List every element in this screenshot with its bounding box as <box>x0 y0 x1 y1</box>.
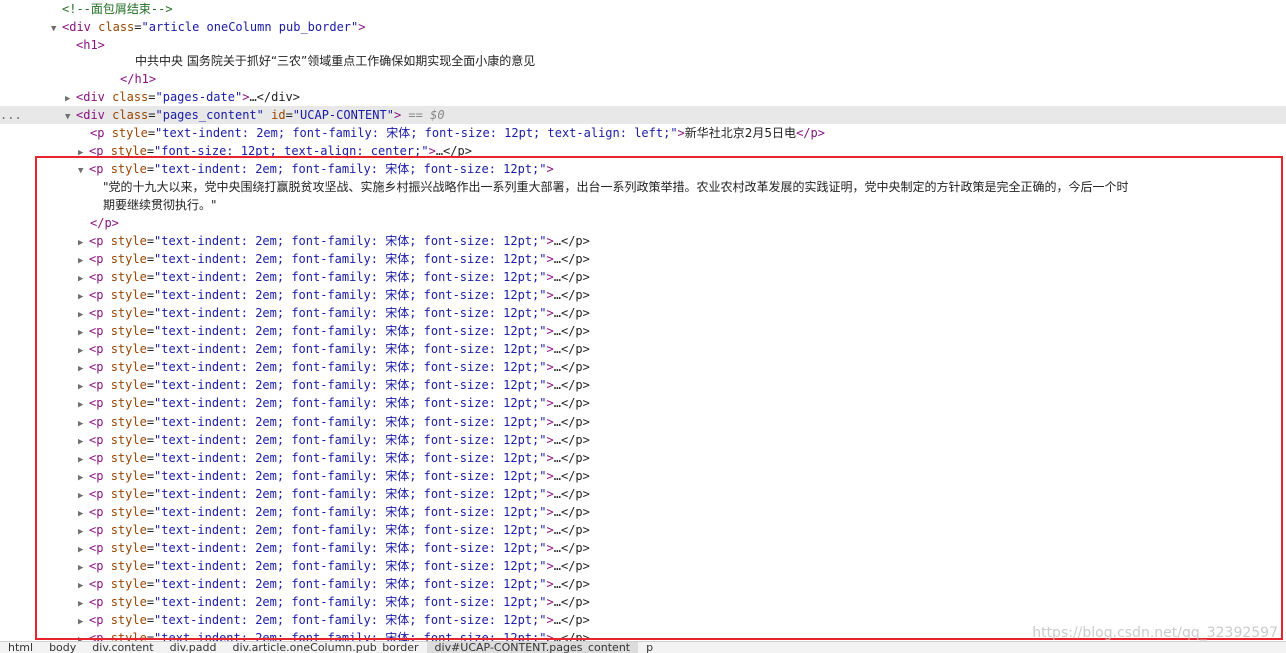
p-collapsed-node[interactable]: ▶ <p style="text-indent: 2em; font-family… <box>0 593 1286 611</box>
triangle-right-icon[interactable]: ▶ <box>78 234 89 250</box>
triangle-right-icon[interactable]: ▶ <box>78 324 89 340</box>
triangle-right-icon[interactable]: ▶ <box>78 487 89 503</box>
triangle-right-icon[interactable]: ▶ <box>78 577 89 593</box>
triangle-right-icon[interactable]: ▶ <box>78 523 89 539</box>
h1-text-node[interactable]: 中共中央 国务院关于抓好“三农”领域重点工作确保如期实现全面小康的意见 <box>0 52 1286 70</box>
triangle-right-icon[interactable]: ▶ <box>78 396 89 412</box>
p-collapsed-node[interactable]: ▶ <p style="text-indent: 2em; font-family… <box>0 413 1286 431</box>
p-collapsed-node[interactable]: ▶ <p style="text-indent: 2em; font-family… <box>0 358 1286 376</box>
triangle-right-icon[interactable]: ▶ <box>78 252 89 268</box>
triangle-right-icon[interactable]: ▶ <box>78 451 89 467</box>
h1-close-node[interactable]: </h1> <box>0 70 1286 88</box>
p-collapsed-node[interactable]: ▶ <p style="text-indent: 2em; font-family… <box>0 467 1286 485</box>
triangle-right-icon[interactable]: ▶ <box>78 270 89 286</box>
article-div-node[interactable]: ▼ <div class="article oneColumn pub_borde… <box>0 18 1286 36</box>
p-collapsed-node[interactable]: ▶ <p style="text-indent: 2em; font-family… <box>0 304 1286 322</box>
triangle-down-icon[interactable]: ▼ <box>65 108 76 124</box>
triangle-right-icon[interactable]: ▶ <box>78 541 89 557</box>
p-collapsed-node[interactable]: ▶ <p style="text-indent: 2em; font-family… <box>0 394 1286 412</box>
triangle-right-icon[interactable]: ▶ <box>78 469 89 485</box>
comment-text: <!--面包屑结束--> <box>62 2 173 16</box>
more-options-icon[interactable]: ... <box>0 106 22 124</box>
p-first-node[interactable]: <p style="text-indent: 2em; font-family:… <box>0 124 1286 142</box>
p-collapsed-node[interactable]: ▶ <p style="text-indent: 2em; font-family… <box>0 322 1286 340</box>
triangle-right-icon[interactable]: ▶ <box>78 342 89 358</box>
p-collapsed-node[interactable]: ▶ <p style="text-indent: 2em; font-family… <box>0 376 1286 394</box>
breadcrumb-item[interactable]: p <box>638 642 661 653</box>
breadcrumb: html body div.content div.padd div.article.o… <box>0 641 1286 653</box>
p-collapsed-node[interactable]: ▶ <p style="text-indent: 2em; font-family… <box>0 503 1286 521</box>
triangle-right-icon[interactable]: ▶ <box>78 378 89 394</box>
triangle-right-icon[interactable]: ▶ <box>78 631 89 641</box>
breadcrumb-item[interactable]: div#UCAP-CONTENT.pages_content <box>426 642 639 653</box>
triangle-right-icon[interactable]: ▶ <box>78 288 89 304</box>
date-div-node[interactable]: ▶ <div class="pages-date">…</div> <box>0 88 1286 106</box>
p-collapsed-node[interactable]: ▶ <p style="text-indent: 2em; font-family… <box>0 611 1286 629</box>
triangle-right-icon[interactable]: ▶ <box>78 360 89 376</box>
comment-node[interactable]: <!--面包屑结束--> <box>0 0 1286 18</box>
triangle-right-icon[interactable]: ▶ <box>78 613 89 629</box>
breadcrumb-item[interactable]: html <box>0 642 41 653</box>
elements-tree[interactable]: <!--面包屑结束--> ▼ <div class="article oneCol… <box>0 0 1286 641</box>
p-collapsed-node[interactable]: ▶ <p style="text-indent: 2em; font-family… <box>0 629 1286 641</box>
p-center-node[interactable]: ▶ <p style="font-size: 12pt; text-align: … <box>0 142 1286 160</box>
p-collapsed-node[interactable]: ▶ <p style="text-indent: 2em; font-family… <box>0 557 1286 575</box>
breadcrumb-item[interactable]: div.content <box>84 642 161 653</box>
p-collapsed-node[interactable]: ▶ <p style="text-indent: 2em; font-family… <box>0 575 1286 593</box>
selected-node-marker: == $0 <box>408 108 445 122</box>
triangle-right-icon[interactable]: ▶ <box>78 505 89 521</box>
p-expanded-node[interactable]: ▼ <p style="text-indent: 2em; font-family… <box>0 160 1286 178</box>
p-expanded-close[interactable]: </p> <box>0 214 1286 232</box>
p-collapsed-node[interactable]: ▶ <p style="text-indent: 2em; font-family… <box>0 539 1286 557</box>
p-expanded-text-line1[interactable]: "党的十九大以来，党中央围绕打赢脱贫攻坚战、实施乡村振兴战略作出一系列重大部署，… <box>0 178 1286 196</box>
triangle-right-icon[interactable]: ▶ <box>78 415 89 431</box>
triangle-down-icon[interactable]: ▼ <box>78 162 89 178</box>
p-collapsed-node[interactable]: ▶ <p style="text-indent: 2em; font-family… <box>0 250 1286 268</box>
p-collapsed-node[interactable]: ▶ <p style="text-indent: 2em; font-family… <box>0 232 1286 250</box>
triangle-right-icon[interactable]: ▶ <box>65 90 76 106</box>
breadcrumb-item[interactable]: div.article.oneColumn.pub_border <box>224 642 426 653</box>
triangle-right-icon[interactable]: ▶ <box>78 306 89 322</box>
p-collapsed-node[interactable]: ▶ <p style="text-indent: 2em; font-family… <box>0 340 1286 358</box>
breadcrumb-item[interactable]: body <box>41 642 84 653</box>
p-collapsed-node[interactable]: ▶ <p style="text-indent: 2em; font-family… <box>0 485 1286 503</box>
triangle-right-icon[interactable]: ▶ <box>78 595 89 611</box>
p-collapsed-node[interactable]: ▶ <p style="text-indent: 2em; font-family… <box>0 431 1286 449</box>
triangle-right-icon[interactable]: ▶ <box>78 559 89 575</box>
p-collapsed-node[interactable]: ▶ <p style="text-indent: 2em; font-family… <box>0 521 1286 539</box>
content-div-node[interactable]: ... ▼ <div class="pages_content" id="UCAP-… <box>0 106 1286 124</box>
triangle-right-icon[interactable]: ▶ <box>78 144 89 160</box>
triangle-down-icon[interactable]: ▼ <box>51 20 62 36</box>
p-expanded-text-line2[interactable]: 期要继续贯彻执行。" <box>0 196 1286 214</box>
breadcrumb-item[interactable]: div.padd <box>162 642 225 653</box>
p-collapsed-node[interactable]: ▶ <p style="text-indent: 2em; font-family… <box>0 268 1286 286</box>
h1-text: 中共中央 国务院关于抓好“三农”领域重点工作确保如期实现全面小康的意见 <box>135 54 536 68</box>
p-collapsed-node[interactable]: ▶ <p style="text-indent: 2em; font-family… <box>0 286 1286 304</box>
p-collapsed-node[interactable]: ▶ <p style="text-indent: 2em; font-family… <box>0 449 1286 467</box>
triangle-right-icon[interactable]: ▶ <box>78 433 89 449</box>
